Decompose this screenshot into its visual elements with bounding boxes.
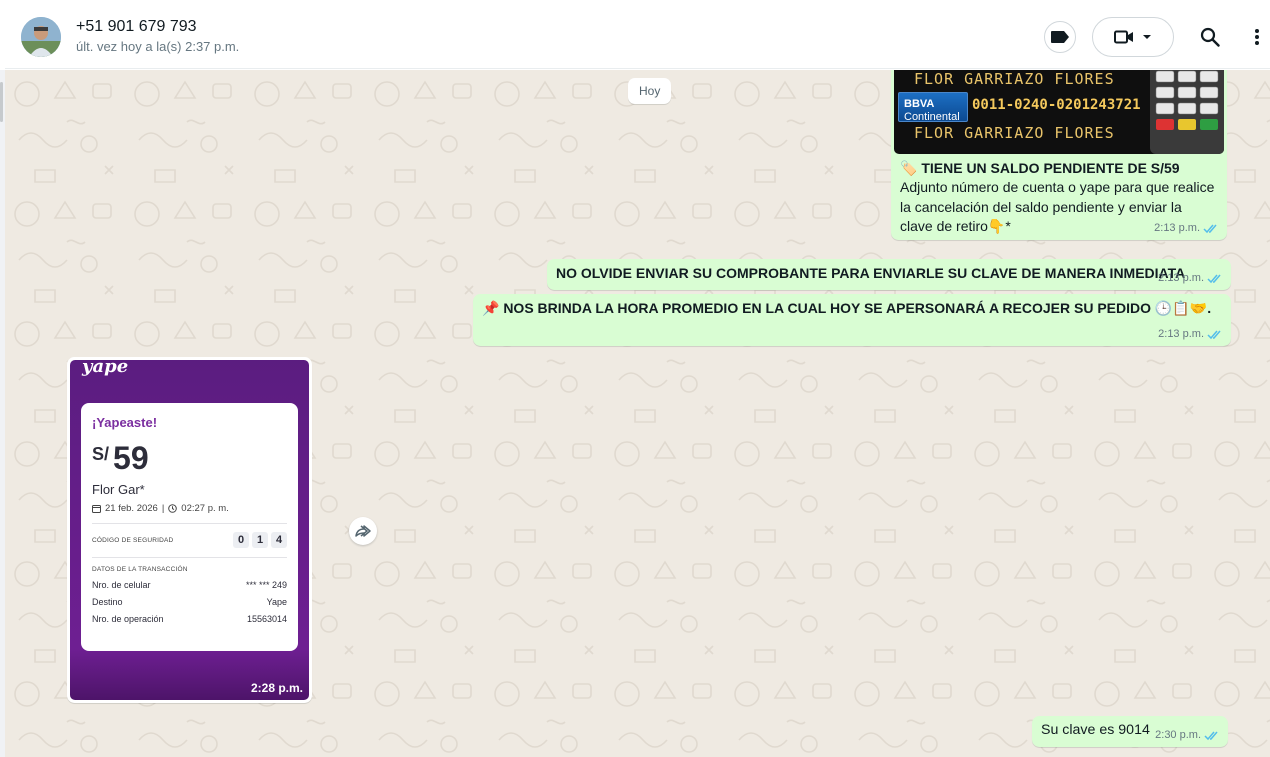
contact-name: +51 901 679 793	[76, 18, 197, 35]
label-button[interactable]	[1044, 21, 1076, 53]
yape-recipient: Flor Gar*	[92, 482, 145, 497]
transaction-label: DATOS DE LA TRANSACCIÓN	[92, 566, 188, 573]
account-number: 0011-0240-0201243721	[972, 97, 1141, 113]
yape-datetime: 21 feb. 2026 | 02:27 p. m.	[92, 503, 287, 514]
message-bank-info[interactable]: FLOR GARRIAZO FLORES BBVA Continental 00…	[891, 70, 1227, 240]
menu-icon	[1255, 29, 1259, 45]
message-time: 2:30 p.m.	[1155, 729, 1201, 741]
avatar[interactable]	[21, 17, 61, 57]
message-time: 2:28 p.m.	[250, 681, 303, 695]
resize-handle[interactable]	[0, 82, 3, 122]
chevron-down-icon	[1143, 35, 1151, 39]
caption-title: 🏷️ TIENE UN SALDO PENDIENTE DE S/59	[900, 160, 1180, 176]
message-meta: 2:30 p.m.	[1155, 728, 1220, 742]
message-meta: 2:13 p.m.	[1158, 271, 1223, 285]
message-password[interactable]: Su clave es 9014 2:30 p.m.	[1032, 716, 1228, 747]
security-code: CÓDIGO DE SEGURIDAD 0 1 4	[92, 532, 287, 548]
yape-amount: S/ 59	[92, 440, 149, 476]
image-name-top: FLOR GARRIAZO FLORES	[914, 70, 1115, 88]
divider	[92, 557, 287, 558]
forward-icon	[355, 525, 371, 537]
yape-logo: yape	[82, 360, 129, 377]
label-icon	[1051, 31, 1069, 43]
double-check-icon	[1204, 731, 1218, 740]
message-pickup-time[interactable]: 📌 NOS BRINDA LA HORA PROMEDIO EN LA CUAL…	[473, 294, 1231, 346]
chat-header: +51 901 679 793 últ. vez hoy a la(s) 2:3…	[5, 0, 1270, 69]
transaction-row: Nro. de operación 15563014	[92, 614, 287, 624]
divider	[92, 523, 287, 524]
menu-button[interactable]	[1245, 22, 1269, 52]
forward-button[interactable]	[349, 517, 377, 545]
pos-terminal-image	[1150, 70, 1224, 154]
clock-icon	[168, 504, 178, 513]
message-yape-receipt[interactable]: yape ¡Yapeaste! S/ 59 Flor Gar* 21 feb. …	[67, 357, 312, 703]
yape-title: ¡Yapeaste!	[92, 415, 158, 430]
bank-account-image[interactable]: FLOR GARRIAZO FLORES BBVA Continental 00…	[894, 70, 1224, 154]
message-time: 2:13 p.m.	[1154, 222, 1200, 234]
search-button[interactable]	[1195, 22, 1225, 52]
bbva-logo: BBVA Continental	[898, 92, 968, 123]
yape-card: ¡Yapeaste! S/ 59 Flor Gar* 21 feb. 2026 …	[81, 403, 298, 651]
contact-info[interactable]: +51 901 679 793 últ. vez hoy a la(s) 2:3…	[76, 17, 239, 56]
message-text: NO OLVIDE ENVIAR SU COMPROBANTE PARA ENV…	[556, 265, 1186, 281]
message-meta: 2:13 p.m.	[1158, 327, 1223, 341]
double-check-icon	[1207, 274, 1221, 283]
chat-area[interactable]: Hoy FLOR GARRIAZO FLORES BBVA Continenta…	[5, 70, 1270, 757]
message-meta: 2:13 p.m.	[1154, 221, 1219, 235]
message-time: 2:13 p.m.	[1158, 328, 1204, 340]
double-check-icon	[1207, 330, 1221, 339]
image-name-bottom: FLOR GARRIAZO FLORES	[914, 124, 1115, 142]
message-reminder[interactable]: NO OLVIDE ENVIAR SU COMPROBANTE PARA ENV…	[547, 259, 1231, 290]
day-divider: Hoy	[628, 78, 672, 104]
search-icon	[1200, 27, 1220, 47]
message-text: 📌 NOS BRINDA LA HORA PROMEDIO EN LA CUAL…	[482, 300, 1212, 316]
transaction-row: Nro. de celular *** *** 249	[92, 580, 287, 590]
yape-receipt-image[interactable]: yape ¡Yapeaste! S/ 59 Flor Gar* 21 feb. …	[70, 360, 309, 700]
calendar-icon	[92, 505, 101, 513]
video-call-icon	[1114, 30, 1133, 44]
last-seen: últ. vez hoy a la(s) 2:37 p.m.	[76, 39, 240, 54]
security-digits: 0 1 4	[233, 532, 287, 548]
transaction-row: Destino Yape	[92, 597, 287, 607]
message-time: 2:13 p.m.	[1158, 272, 1204, 284]
double-check-icon	[1203, 224, 1217, 233]
video-call-button[interactable]	[1092, 17, 1174, 57]
